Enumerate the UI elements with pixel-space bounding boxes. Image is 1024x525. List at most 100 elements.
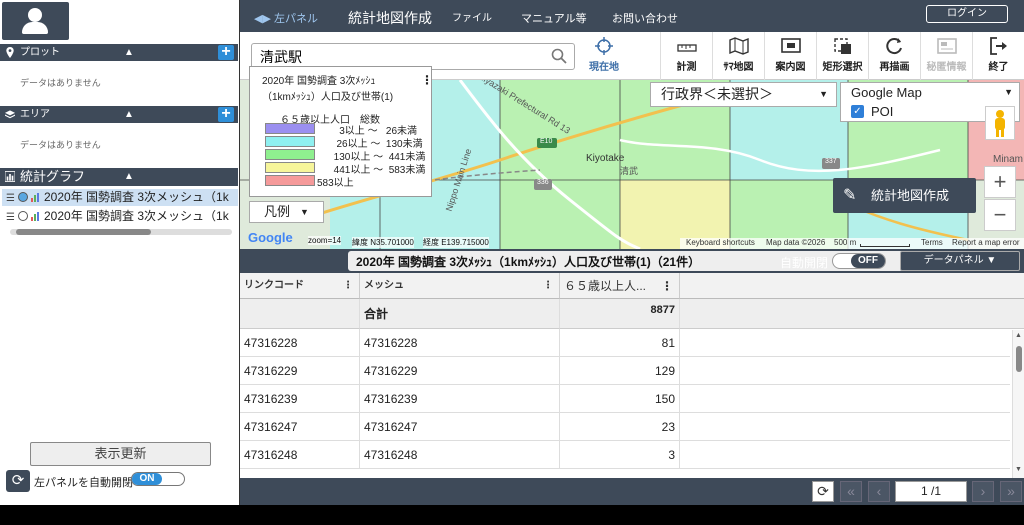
- next-page-button[interactable]: ›: [972, 481, 994, 502]
- graph-radio[interactable]: [18, 192, 28, 202]
- graph-list-item[interactable]: ☰ 2020年 国勢調査 3次メッシュ（1k: [2, 189, 238, 206]
- column-menu-icon[interactable]: ⋮: [343, 273, 353, 299]
- table-row[interactable]: 47316228 47316228 81: [240, 329, 1010, 357]
- menu-file[interactable]: ファイル: [452, 9, 492, 24]
- secret-info-button[interactable]: 秘匿情報: [920, 32, 972, 80]
- menu-manual[interactable]: マニュアル等: [521, 10, 587, 26]
- plot-section-header[interactable]: プロット ▲ +: [0, 44, 238, 61]
- graph-section-title: 統計グラフ: [20, 169, 86, 184]
- first-page-button[interactable]: «: [840, 481, 862, 502]
- auto-open-toggle[interactable]: ON: [131, 472, 185, 486]
- sum-label: 合計: [360, 299, 560, 329]
- cell-mesh: 47316239: [360, 385, 560, 413]
- graph-item-label: 2020年 国勢調査 3次メッシュ（1k: [44, 209, 229, 223]
- rect-select-button[interactable]: 矩形選択: [816, 32, 868, 80]
- scroll-down-icon[interactable]: ▼: [1015, 466, 1022, 473]
- cell-mesh: 47316228: [360, 329, 560, 357]
- menu-contact[interactable]: お問い合わせ: [612, 10, 678, 26]
- redraw-button[interactable]: 再描画: [868, 32, 920, 80]
- reload-icon[interactable]: ⟳: [812, 481, 834, 502]
- table-scrollbar[interactable]: ▲ ▼: [1012, 330, 1024, 478]
- road-shield: 336: [537, 179, 549, 186]
- collapse-caret-icon[interactable]: ▲: [124, 168, 134, 185]
- add-plot-button[interactable]: +: [218, 44, 234, 60]
- sum-row-cell: [680, 299, 1024, 329]
- cell-link-code: 47316239: [240, 385, 360, 413]
- left-panel-toggle[interactable]: ◀▶ 左パネル: [254, 10, 318, 26]
- basemap-select[interactable]: Google Map: [851, 85, 922, 100]
- graph-item-label: 2020年 国勢調査 3次メッシュ（1k: [44, 190, 229, 204]
- column-menu-icon[interactable]: ⋮: [661, 273, 673, 299]
- chevron-down-icon: ▼: [819, 89, 828, 99]
- map-data-text: Map data ©2026: [766, 238, 826, 247]
- cell-value: 150: [560, 385, 680, 413]
- table-row[interactable]: 47316247 47316247 23: [240, 413, 1010, 441]
- collapse-caret-icon[interactable]: ▲: [124, 44, 134, 61]
- page-indicator[interactable]: 1 /1: [895, 481, 967, 502]
- secret-info-icon: [936, 38, 957, 54]
- data-panel-dropdown[interactable]: データパネル ▼: [900, 251, 1020, 271]
- zoom-out-button[interactable]: −: [984, 199, 1016, 231]
- cell-value: 81: [560, 329, 680, 357]
- left-panel: プロット ▲ + データはありません エリア ▲ + データはありません 統計グ…: [0, 0, 240, 505]
- prev-page-button[interactable]: ‹: [868, 481, 890, 502]
- user-avatar[interactable]: [2, 2, 69, 40]
- legend-toggle-button[interactable]: 凡例 ▼: [249, 201, 324, 223]
- keyboard-shortcuts-link[interactable]: Keyboard shortcuts: [686, 238, 755, 247]
- column-menu-icon[interactable]: ⋮: [543, 273, 553, 299]
- top-menu-bar: ◀▶ 左パネル 統計地図作成 ファイル マニュアル等 お問い合わせ ログイン: [240, 0, 1024, 32]
- cell-value: 3: [560, 441, 680, 469]
- poi-checkbox[interactable]: ✓: [851, 105, 864, 118]
- map-button[interactable]: ｻﾏ地図: [712, 32, 764, 80]
- column-header-mesh[interactable]: メッシュ ⋮: [360, 273, 560, 299]
- ruler-icon: [676, 44, 697, 52]
- area-section-header[interactable]: エリア ▲ +: [0, 106, 238, 123]
- area-section-title: エリア: [20, 109, 50, 120]
- terms-link[interactable]: Terms: [921, 238, 943, 247]
- table-auto-open-toggle[interactable]: OFF: [832, 253, 886, 269]
- legend-row: 583以上: [265, 174, 425, 189]
- scroll-up-icon[interactable]: ▲: [1015, 332, 1022, 339]
- pencil-icon: ✎: [843, 187, 857, 204]
- cycle-icon[interactable]: ⟳: [6, 470, 30, 492]
- create-stat-map-button[interactable]: ✎ 統計地図作成: [833, 178, 976, 213]
- current-location-button[interactable]: 現在地: [578, 32, 630, 80]
- drag-handle-icon[interactable]: ☰: [6, 190, 15, 206]
- road-shield: E10: [540, 138, 553, 145]
- login-button[interactable]: ログイン: [926, 5, 1008, 23]
- guide-map-button[interactable]: 案内図: [764, 32, 816, 80]
- graph-type-icon: [31, 193, 41, 202]
- admin-boundary-select[interactable]: 行政界＜未選択＞ ▼: [650, 82, 837, 107]
- table-row[interactable]: 47316239 47316239 150: [240, 385, 1010, 413]
- drag-handle-icon[interactable]: ☰: [6, 209, 15, 225]
- poi-label: POI: [871, 104, 894, 119]
- legend-menu-icon[interactable]: ⋮: [421, 73, 433, 87]
- chevron-down-icon[interactable]: ▼: [1004, 87, 1013, 97]
- last-page-button[interactable]: »: [1000, 481, 1022, 502]
- zoom-in-button[interactable]: +: [984, 166, 1016, 198]
- column-header-65plus[interactable]: ６５歳以上人... ⋮: [560, 273, 680, 299]
- graph-radio[interactable]: [18, 211, 28, 221]
- place-label-minam: Minam: [993, 154, 1024, 165]
- scrollbar-thumb[interactable]: [1016, 346, 1022, 372]
- graph-list-scrollbar[interactable]: [10, 229, 232, 235]
- left-panel-toggle-label: 左パネル: [273, 13, 318, 25]
- street-view-pegman-icon[interactable]: [985, 106, 1015, 140]
- column-header-link-code[interactable]: リンクコード ⋮: [240, 273, 360, 299]
- search-icon[interactable]: [551, 48, 567, 64]
- graph-list-item[interactable]: ☰ 2020年 国勢調査 3次メッシュ（1k: [2, 208, 238, 225]
- measure-button[interactable]: 計測: [660, 32, 712, 80]
- report-error-link[interactable]: Report a map error: [952, 238, 1020, 247]
- data-panel-label: データパネル: [923, 255, 984, 266]
- exit-button[interactable]: 終了: [972, 32, 1024, 80]
- add-area-button[interactable]: +: [218, 106, 234, 122]
- scrollbar-thumb[interactable]: [16, 229, 151, 235]
- latitude-readout: 緯度 N35.701000: [352, 237, 414, 248]
- refresh-button[interactable]: 表示更新: [30, 442, 211, 466]
- table-row[interactable]: 47316229 47316229 129: [240, 357, 1010, 385]
- table-row[interactable]: 47316248 47316248 3: [240, 441, 1010, 469]
- legend-row: 26以上 ～ 130未満: [265, 135, 425, 150]
- collapse-caret-icon[interactable]: ▲: [124, 106, 134, 123]
- admin-select-value: 行政界＜未選択＞: [661, 86, 773, 102]
- graph-section-header[interactable]: 統計グラフ ▲: [0, 168, 238, 186]
